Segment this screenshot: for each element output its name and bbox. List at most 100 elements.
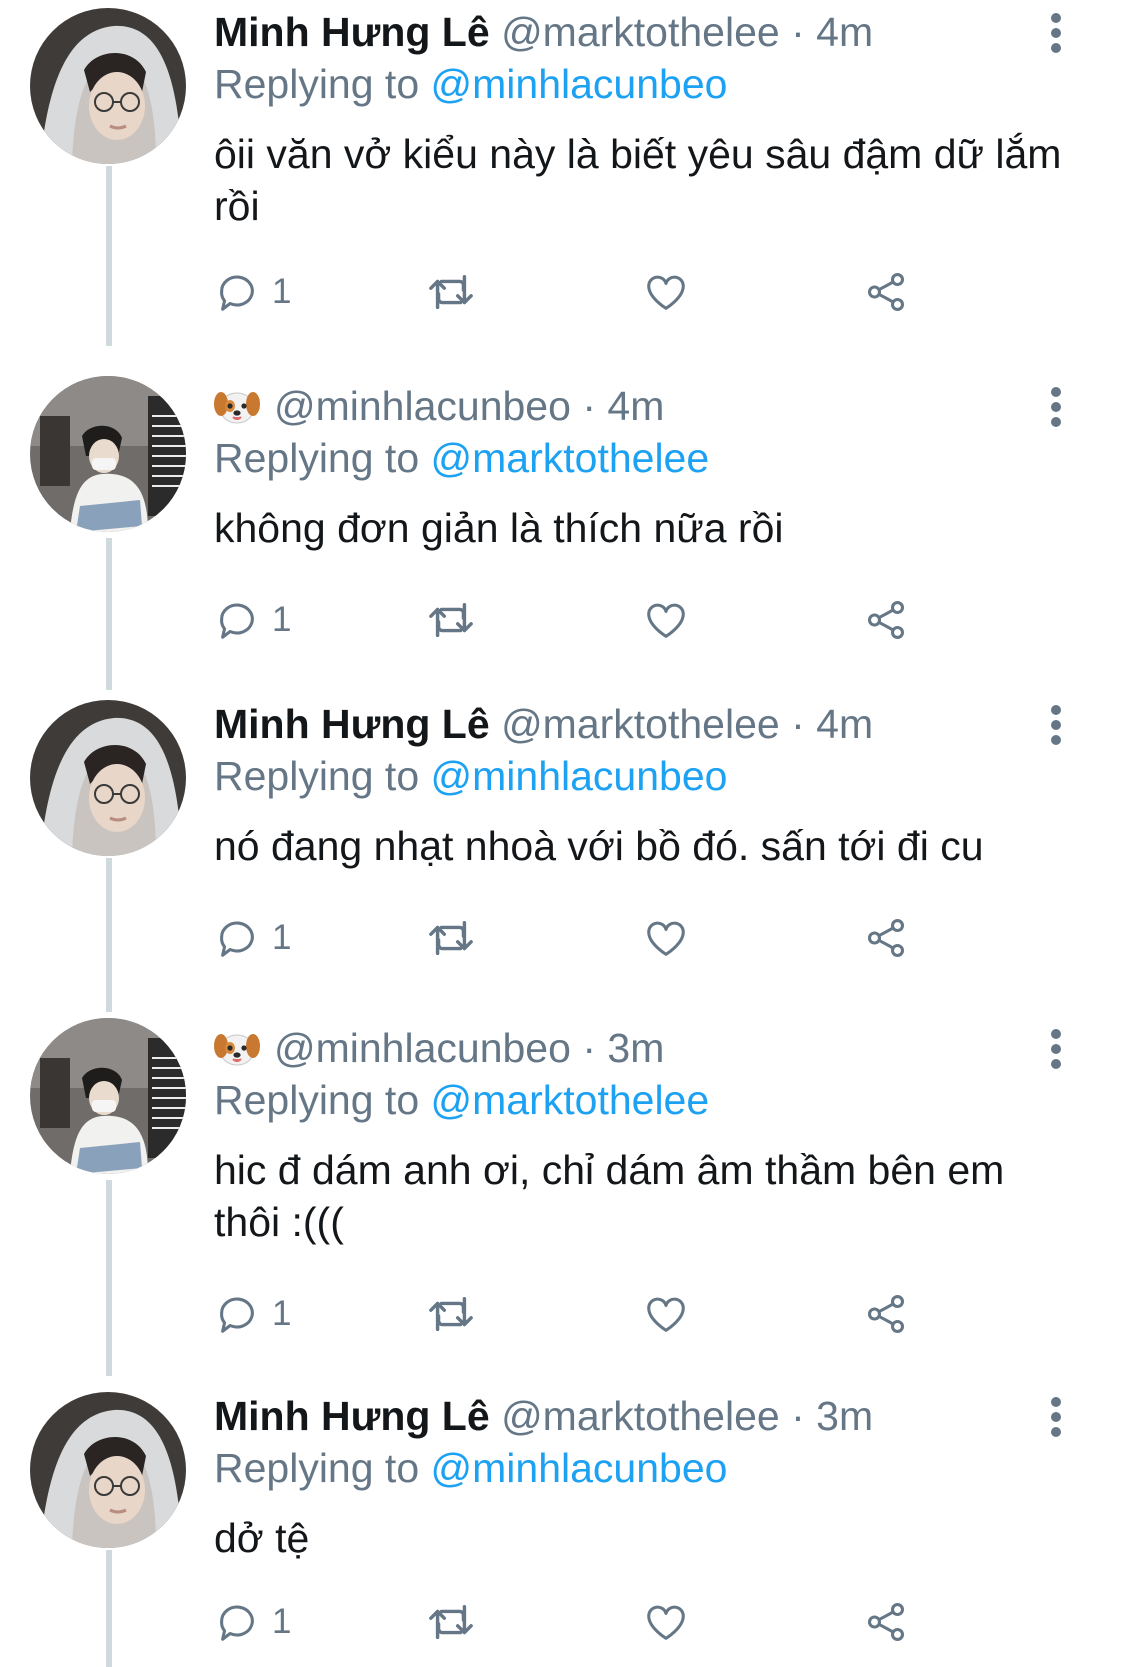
more-vertical-icon[interactable] [1046, 387, 1066, 427]
tweet-header: Minh Hưng Lê @marktothelee · 3m [214, 1390, 873, 1442]
reply-bubble-icon [220, 275, 254, 311]
replying-to-line: Replying to @minhlacunbeo [214, 750, 727, 802]
dog-face-emoji-icon [214, 392, 260, 424]
retweet-button[interactable] [424, 910, 478, 966]
more-vertical-icon[interactable] [1046, 13, 1066, 53]
share-button[interactable] [862, 1594, 910, 1650]
replying-to-mention[interactable]: @marktothelee [431, 1077, 710, 1123]
tweet-timestamp[interactable]: 4m [816, 9, 873, 55]
replying-to-mention[interactable]: @minhlacunbeo [431, 753, 728, 799]
avatar-minhlacunbeo[interactable] [30, 1018, 186, 1174]
reply-button[interactable]: 1 [214, 910, 291, 966]
replying-to-line: Replying to @marktothelee [214, 1074, 709, 1126]
retweet-button[interactable] [424, 1594, 478, 1650]
author-name[interactable]: Minh Hưng Lê [214, 701, 490, 747]
like-button[interactable] [642, 1594, 690, 1650]
like-button[interactable] [642, 910, 690, 966]
replying-to-label: Replying to [214, 435, 420, 481]
replying-to-mention[interactable]: @minhlacunbeo [431, 61, 728, 107]
retweet-button[interactable] [424, 1286, 478, 1342]
tweet-timestamp[interactable]: 3m [607, 1025, 664, 1071]
tweet-actions: 1 [214, 264, 974, 320]
thread-connector-line [106, 538, 112, 690]
reply-thread: Minh Hưng Lê @marktothelee · 4m Replying… [0, 0, 1125, 1667]
reply-bubble-icon [220, 1605, 254, 1641]
replying-to-line: Replying to @minhlacunbeo [214, 1442, 727, 1494]
retweet-button[interactable] [424, 592, 478, 648]
tweet-text: nó đang nhạt nhoà với bồ đó. sấn tới đi … [214, 823, 984, 869]
retweet-button[interactable] [424, 264, 478, 320]
author-name[interactable]: Minh Hưng Lê [214, 1393, 490, 1439]
share-icon [867, 919, 905, 957]
tweet-text: dở tệ [214, 1515, 310, 1561]
reply-count: 1 [272, 600, 292, 639]
thread-connector-line [106, 1550, 112, 1667]
author-handle[interactable]: @minhlacunbeo [274, 1025, 571, 1071]
share-button[interactable] [862, 264, 910, 320]
replying-to-mention[interactable]: @minhlacunbeo [431, 1445, 728, 1491]
heart-icon [647, 603, 685, 638]
more-vertical-icon[interactable] [1046, 1397, 1066, 1437]
author-handle[interactable]: @marktothelee [501, 701, 780, 747]
thread-connector-line [106, 1180, 112, 1376]
author-handle[interactable]: @marktothelee [501, 1393, 780, 1439]
tweet-timestamp[interactable]: 4m [816, 701, 873, 747]
retweet-icon [429, 1604, 473, 1640]
more-vertical-icon[interactable] [1046, 705, 1066, 745]
tweet-timestamp[interactable]: 3m [816, 1393, 873, 1439]
reply-count: 1 [272, 1602, 292, 1641]
like-button[interactable] [642, 264, 690, 320]
author-name[interactable]: Minh Hưng Lê [214, 9, 490, 55]
avatar-minhlacunbeo[interactable] [30, 376, 186, 532]
share-icon [867, 1295, 905, 1333]
like-button[interactable] [642, 1286, 690, 1342]
share-button[interactable] [862, 592, 910, 648]
replying-to-label: Replying to [214, 753, 420, 799]
author-handle[interactable]: @marktothelee [501, 9, 780, 55]
replying-to-line: Replying to @marktothelee [214, 432, 709, 484]
retweet-icon [429, 1296, 473, 1332]
share-button[interactable] [862, 1286, 910, 1342]
tweet[interactable]: @minhlacunbeo · 3m Replying to @marktoth… [0, 1016, 1125, 1376]
reply-button[interactable]: 1 [214, 592, 291, 648]
author-handle[interactable]: @minhlacunbeo [274, 383, 571, 429]
tweet-header: Minh Hưng Lê @marktothelee · 4m [214, 6, 873, 58]
heart-icon [647, 1605, 685, 1640]
replying-to-label: Replying to [214, 1445, 420, 1491]
avatar-marktothelee[interactable] [30, 8, 186, 164]
reply-button[interactable]: 1 [214, 1594, 291, 1650]
separator-dot: · [582, 1025, 596, 1071]
separator-dot: · [582, 383, 596, 429]
tweet[interactable]: Minh Hưng Lê @marktothelee · 3m Replying… [0, 1384, 1125, 1667]
separator-dot: · [791, 9, 805, 55]
tweet-header: @minhlacunbeo · 3m [214, 1022, 664, 1074]
retweet-icon [429, 274, 473, 310]
replying-to-label: Replying to [214, 1077, 420, 1123]
tweet-actions: 1 [214, 1286, 974, 1342]
tweet-actions: 1 [214, 592, 974, 648]
avatar-marktothelee[interactable] [30, 1392, 186, 1548]
replying-to-mention[interactable]: @marktothelee [431, 435, 710, 481]
share-icon [867, 1603, 905, 1641]
share-icon [867, 273, 905, 311]
retweet-icon [429, 920, 473, 956]
tweet-actions: 1 [214, 910, 974, 966]
retweet-icon [429, 602, 473, 638]
reply-count: 1 [272, 1294, 292, 1333]
reply-button[interactable]: 1 [214, 1286, 291, 1342]
tweet-text: ôii văn vở kiểu này là biết yêu sâu đậm … [214, 131, 1062, 229]
tweet[interactable]: Minh Hưng Lê @marktothelee · 4m Replying… [0, 692, 1125, 1012]
more-vertical-icon[interactable] [1046, 1029, 1066, 1069]
tweet[interactable]: @minhlacunbeo · 4m Replying to @marktoth… [0, 374, 1125, 690]
tweet-text: hic đ dám anh ơi, chỉ dám âm thầm bên em… [214, 1147, 1005, 1245]
tweet-timestamp[interactable]: 4m [607, 383, 664, 429]
share-button[interactable] [862, 910, 910, 966]
avatar-marktothelee[interactable] [30, 700, 186, 856]
separator-dot: · [791, 1393, 805, 1439]
replying-to-label: Replying to [214, 61, 420, 107]
tweet[interactable]: Minh Hưng Lê @marktothelee · 4m Replying… [0, 0, 1125, 346]
replying-to-line: Replying to @minhlacunbeo [214, 58, 727, 110]
like-button[interactable] [642, 592, 690, 648]
reply-button[interactable]: 1 [214, 264, 291, 320]
reply-bubble-icon [220, 603, 254, 639]
